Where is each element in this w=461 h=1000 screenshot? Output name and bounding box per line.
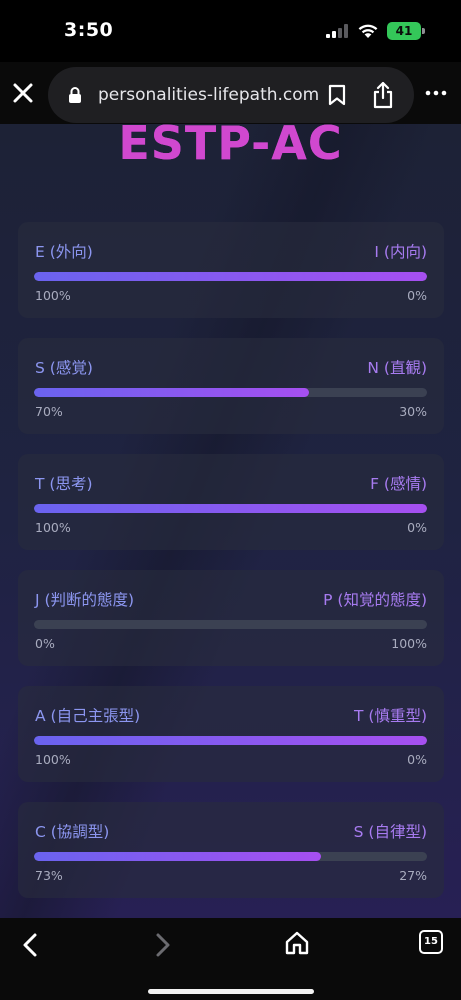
tabs-icon[interactable]: 15	[419, 930, 443, 954]
address-bar[interactable]: personalities-lifepath.com	[48, 67, 414, 123]
lock-icon	[69, 87, 81, 103]
trait-right-label: I (内向)	[374, 243, 427, 261]
trait-left-label: A (自己主張型)	[35, 707, 141, 725]
trait-progress-track	[34, 736, 427, 745]
close-icon[interactable]	[9, 79, 37, 107]
trait-left-label: C (協調型)	[35, 823, 110, 841]
trait-progress-track	[34, 620, 427, 629]
battery-level: 41	[395, 24, 413, 38]
bookmark-icon[interactable]	[328, 84, 346, 106]
trait-card-tf: T (思考) F (感情) 100% 0%	[18, 454, 444, 550]
trait-right-label: N (直観)	[367, 359, 427, 377]
trait-right-label: S (自律型)	[353, 823, 427, 841]
trait-card-jp: J (判断的態度) P (知覚的態度) 0% 100%	[18, 570, 444, 666]
trait-right-label: F (感情)	[370, 475, 427, 493]
trait-left-percent: 73%	[35, 868, 63, 883]
trait-left-label: S (感覚)	[35, 359, 93, 377]
trait-right-percent: 100%	[391, 636, 427, 651]
trait-card-sn: S (感覚) N (直観) 70% 30%	[18, 338, 444, 434]
chevron-right-icon[interactable]	[153, 932, 173, 958]
home-indicator	[148, 989, 314, 994]
status-time: 3:50	[64, 19, 114, 41]
trait-progress-fill	[34, 852, 321, 861]
more-icon[interactable]	[425, 85, 447, 101]
battery-icon: 41	[387, 22, 421, 40]
trait-left-label: E (外向)	[35, 243, 93, 261]
trait-right-label: T (慎重型)	[354, 707, 427, 725]
trait-progress-track	[34, 272, 427, 281]
trait-progress-fill	[34, 388, 310, 397]
trait-progress-track	[34, 504, 427, 513]
page-title: ESTP-AC	[0, 124, 461, 170]
trait-left-percent: 100%	[35, 288, 71, 303]
signal-icon	[326, 24, 348, 38]
trait-progress-fill	[34, 272, 427, 281]
trait-right-percent: 0%	[407, 520, 427, 535]
battery-cap	[422, 28, 425, 34]
browser-bar: personalities-lifepath.com	[0, 62, 461, 124]
trait-progress-track	[34, 388, 427, 397]
trait-left-percent: 100%	[35, 752, 71, 767]
trait-left-percent: 0%	[35, 636, 55, 651]
share-icon[interactable]	[372, 81, 394, 109]
browser-toolbar: 15	[0, 918, 461, 1000]
tab-count: 15	[424, 936, 438, 947]
trait-left-percent: 70%	[35, 404, 63, 419]
trait-right-percent: 27%	[399, 868, 427, 883]
trait-right-percent: 0%	[407, 288, 427, 303]
trait-progress-fill	[34, 736, 427, 745]
status-bar: 3:50 41	[0, 0, 461, 62]
trait-right-percent: 0%	[407, 752, 427, 767]
trait-left-label: J (判断的態度)	[35, 591, 135, 609]
url-text: personalities-lifepath.com	[98, 85, 320, 105]
trait-card-at: A (自己主張型) T (慎重型) 100% 0%	[18, 686, 444, 782]
trait-right-label: P (知覚的態度)	[323, 591, 427, 609]
trait-progress-track	[34, 852, 427, 861]
home-icon[interactable]	[284, 930, 310, 956]
trait-card-cs: C (協調型) S (自律型) 73% 27%	[18, 802, 444, 898]
web-content[interactable]: ESTP-AC E (外向) I (内向) 100% 0% S (感覚) N (…	[0, 124, 461, 918]
trait-right-percent: 30%	[399, 404, 427, 419]
trait-card-ei: E (外向) I (内向) 100% 0%	[18, 222, 444, 318]
wifi-icon	[358, 24, 378, 38]
chevron-left-icon[interactable]	[20, 932, 40, 958]
trait-left-percent: 100%	[35, 520, 71, 535]
trait-left-label: T (思考)	[35, 475, 93, 493]
trait-progress-fill	[34, 504, 427, 513]
